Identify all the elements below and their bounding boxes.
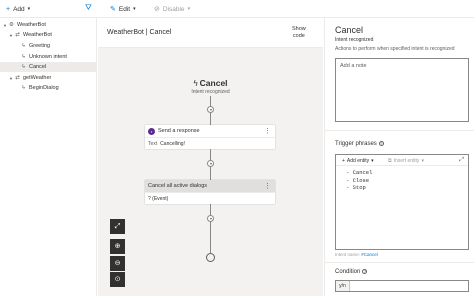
add-action-button[interactable] <box>207 106 214 113</box>
bolt-icon: ϟ <box>193 79 198 88</box>
chevron-down-icon: ▾ <box>187 6 191 12</box>
tree-item-trigger-selected[interactable]: ϟ Cancel <box>0 62 97 72</box>
disable-button[interactable]: ⊘ Disable ▾ <box>154 3 190 15</box>
edit-label: Edit <box>118 5 131 13</box>
editor-toolbar: + Add entity ▾ ⧉ Insert entity ▾ ⤢ <box>336 155 468 166</box>
zoom-in-icon[interactable]: ⊕ <box>110 239 125 254</box>
zoom-out-icon[interactable]: ⊖ <box>110 256 125 271</box>
plus-icon: + <box>6 5 11 13</box>
tree-item-label: BeginDialog <box>29 85 59 91</box>
panel-description: Actions to perform when specified intent… <box>335 46 455 52</box>
add-entity-button[interactable]: + Add entity ▾ <box>342 158 374 164</box>
cancel-dialogs-card[interactable]: Cancel all active dialogs ⋮ ? (Event) <box>145 180 275 204</box>
plus-icon: + <box>342 158 345 164</box>
center-icon[interactable]: ⊙ <box>110 272 125 287</box>
tree-item-label: Cancel <box>29 64 47 70</box>
tree-item-label: WeatherBot <box>17 22 46 28</box>
add-button[interactable]: + Add ▾ <box>6 3 30 15</box>
breadcrumb[interactable]: WeatherBot | Cancel <box>107 29 171 36</box>
tree-item-dialog[interactable]: ▼ ⇄ WeatherBot <box>0 30 97 40</box>
bolt-icon: ϟ <box>22 43 25 49</box>
divider <box>325 262 474 263</box>
tree-item-label: WeatherBot <box>23 32 52 38</box>
chevron-down-icon: ▾ <box>27 6 31 12</box>
chevron-down-icon: ▾ <box>421 158 424 164</box>
flow-end-node <box>206 253 215 262</box>
trigger-phrases-text[interactable]: - Cancel - Close - Stop <box>346 169 372 192</box>
fit-to-screen-icon[interactable]: ⤢ <box>110 219 125 234</box>
trigger-phrases-label: Trigger phrases? <box>335 141 384 148</box>
properties-panel: Cancel Intent recognized Actions to perf… <box>324 18 474 296</box>
condition-prefix: y/n <box>336 281 350 291</box>
intent-name-value: #Cancel <box>361 252 378 257</box>
response-icon: r <box>148 127 155 135</box>
card-body-value: Cancelling! <box>160 140 185 147</box>
tree-item-label: getWeather <box>23 75 52 81</box>
trigger-title-text: Cancel <box>199 78 228 88</box>
trigger-node-title[interactable]: ϟ Cancel <box>98 78 323 88</box>
card-title: Cancel all active dialogs <box>148 183 208 189</box>
card-body-value: ? (Event) <box>148 195 169 202</box>
expand-icon[interactable]: ⤢ <box>459 157 464 164</box>
panel-subtitle: Intent recognized <box>335 37 374 43</box>
pencil-icon: ✎ <box>110 6 116 13</box>
add-note-field[interactable]: Add a note <box>335 58 469 122</box>
tree-item-trigger[interactable]: ϟ Unknown intent <box>0 52 97 62</box>
condition-label: Condition? <box>335 269 368 276</box>
bolt-icon: ϟ <box>22 64 25 70</box>
filter-icon[interactable]: ⛛ <box>85 3 92 13</box>
bolt-icon: ϟ <box>22 54 25 60</box>
disable-icon: ⊘ <box>154 6 160 13</box>
card-body: Text Cancelling! <box>145 137 275 149</box>
trigger-phrases-editor[interactable]: + Add entity ▾ ⧉ Insert entity ▾ ⤢ - Can… <box>335 154 469 250</box>
insert-icon: ⧉ <box>388 158 392 164</box>
bolt-icon: ϟ <box>22 85 25 91</box>
show-code-label: code <box>292 32 305 39</box>
show-code-button[interactable]: Show code <box>292 26 306 39</box>
tree-item-root[interactable]: ▼ ⚙ WeatherBot <box>0 20 97 30</box>
more-options-icon[interactable]: ⋮ <box>264 182 271 190</box>
send-response-card[interactable]: r Send a response ⋮ Text Cancelling! <box>145 125 275 149</box>
flow-connector <box>210 204 211 253</box>
insert-entity-button[interactable]: ⧉ Insert entity ▾ <box>388 158 424 164</box>
dialog-icon: ⇄ <box>15 32 20 38</box>
tree-item-trigger[interactable]: ϟ Greeting <box>0 41 97 51</box>
add-label: Add <box>13 5 25 13</box>
more-options-icon[interactable]: ⋮ <box>264 127 271 135</box>
card-header: r Send a response <box>145 125 275 137</box>
add-entity-label: Add entity <box>346 158 370 164</box>
card-body-label: Text <box>148 140 158 147</box>
project-tree: ▼ ⚙ WeatherBot ▼ ⇄ WeatherBot ϟ Greeting… <box>0 18 97 296</box>
add-action-button[interactable] <box>207 160 214 167</box>
dialog-icon: ⇄ <box>15 75 20 81</box>
card-body: ? (Event) <box>145 192 275 204</box>
add-action-button[interactable] <box>207 215 214 222</box>
trigger-node-subtitle: Intent recognized <box>191 89 230 95</box>
tree-item-dialog[interactable]: ▼ ⇄ getWeather <box>0 73 97 83</box>
note-placeholder: Add a note <box>340 63 367 69</box>
tree-item-label: Unknown intent <box>29 54 67 60</box>
disable-label: Disable <box>162 5 185 13</box>
help-icon[interactable]: ? <box>362 269 368 274</box>
canvas-header: WeatherBot | Cancel Show code <box>98 18 323 48</box>
intent-name-label: Intent name: <box>335 252 361 257</box>
intent-name-line: Intent name: #Cancel <box>335 252 378 257</box>
tree-item-trigger[interactable]: ϟ BeginDialog <box>0 83 97 93</box>
flow-canvas[interactable]: WeatherBot | Cancel Show code ϟ Cancel In… <box>98 18 323 296</box>
show-code-label: Show <box>292 26 306 32</box>
edit-button[interactable]: ✎ Edit ▾ <box>110 3 136 15</box>
help-icon[interactable]: ? <box>378 141 384 146</box>
insert-entity-label: Insert entity <box>393 158 420 164</box>
card-title: Send a response <box>158 128 200 134</box>
panel-title: Cancel <box>335 25 364 35</box>
chevron-down-icon: ▾ <box>133 6 136 12</box>
condition-input[interactable]: y/n <box>335 280 469 292</box>
tree-item-label: Greeting <box>29 43 51 49</box>
chevron-down-icon: ▾ <box>371 158 374 164</box>
top-toolbar: + Add ▾ ⛛ ✎ Edit ▾ ⊘ Disable ▾ <box>0 0 474 18</box>
divider <box>325 130 474 131</box>
gear-icon: ⚙ <box>9 22 14 28</box>
card-header: Cancel all active dialogs <box>145 180 275 192</box>
